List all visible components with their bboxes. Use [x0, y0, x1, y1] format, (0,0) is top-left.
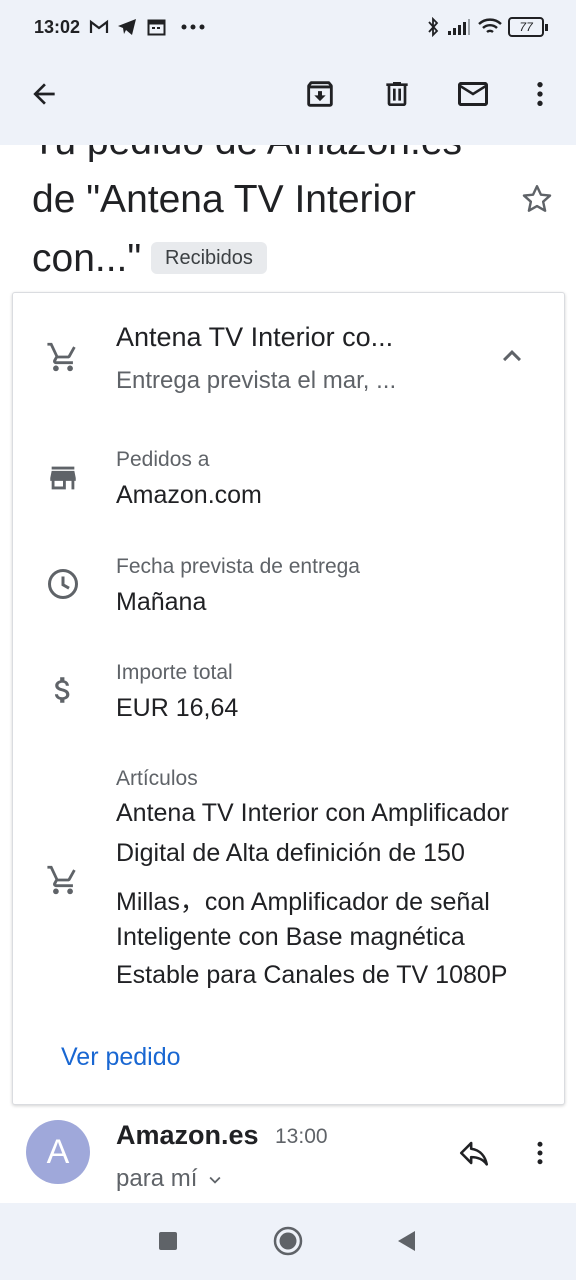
delete-icon	[386, 82, 408, 106]
wifi-icon	[477, 17, 503, 37]
status-time: 13:02	[34, 17, 81, 37]
telegram-icon	[116, 17, 138, 37]
chevron-up-icon	[503, 350, 521, 362]
delivery-date-label: Fecha prevista de entrega	[116, 555, 360, 578]
message-more-button[interactable]	[522, 1133, 558, 1173]
back-nav-button[interactable]	[386, 1221, 426, 1261]
clock-icon	[45, 566, 81, 602]
sender-name: Amazon.es	[116, 1120, 259, 1150]
item-line-5: Estable para Canales de TV 1080P	[116, 961, 508, 989]
mark-unread-button[interactable]	[453, 74, 493, 114]
cart-icon	[45, 339, 81, 375]
reply-button[interactable]	[454, 1133, 494, 1173]
chevron-down-icon	[209, 1176, 221, 1184]
subject-line-3: con..."	[32, 237, 142, 280]
star-icon	[522, 185, 552, 212]
subject-line-2: de "Antena TV Interior	[32, 178, 416, 221]
total-amount-label: Importe total	[116, 661, 233, 684]
recipient-text: para mí	[116, 1165, 198, 1192]
more-vert-icon	[537, 82, 543, 106]
order-title: Antena TV Interior co...	[116, 322, 394, 352]
star-button[interactable]	[519, 181, 555, 217]
order-subtitle: Entrega prevista el mar, ...	[116, 367, 397, 394]
bluetooth-icon	[425, 17, 441, 37]
ordered-from-label: Pedidos a	[116, 448, 210, 471]
top-bar: 13:02 77	[0, 0, 576, 145]
calendar-icon	[145, 17, 167, 37]
view-order-link[interactable]: Ver pedido	[61, 1043, 181, 1072]
gmail-icon	[88, 17, 110, 37]
message-time: 13:00	[275, 1125, 328, 1148]
battery-level: 77	[508, 17, 545, 37]
sender-avatar[interactable]: A	[26, 1120, 90, 1184]
recipient-details[interactable]: para mí	[116, 1165, 226, 1193]
collapse-button[interactable]	[494, 338, 530, 374]
items-label: Artículos	[116, 767, 198, 790]
archive-button[interactable]	[300, 74, 340, 114]
reply-icon	[459, 1141, 489, 1166]
more-dots-icon	[180, 17, 206, 37]
more-options-button[interactable]	[520, 74, 560, 114]
item-line-3: Millas，con Amplificador de señal	[116, 888, 490, 916]
home-button[interactable]	[268, 1221, 308, 1261]
mark-unread-icon	[458, 82, 488, 106]
ordered-from-value: Amazon.com	[116, 481, 262, 509]
dollar-icon	[45, 672, 81, 708]
item-line-2: Digital de Alta definición de 150	[116, 839, 465, 867]
item-line-4: Inteligente con Base magnética	[116, 923, 465, 951]
label-chip-inbox[interactable]: Recibidos	[151, 242, 267, 274]
signal-icon	[446, 17, 472, 37]
triangle-back-icon	[398, 1231, 415, 1251]
back-arrow-icon	[33, 83, 55, 105]
total-amount-value: EUR 16,64	[116, 694, 239, 722]
store-icon	[45, 460, 81, 496]
circle-icon	[273, 1226, 303, 1256]
back-button[interactable]	[24, 74, 64, 114]
item-line-1: Antena TV Interior con Amplificador	[116, 799, 509, 827]
square-icon	[159, 1232, 177, 1250]
more-vert-icon	[537, 1141, 543, 1165]
delete-button[interactable]	[377, 74, 417, 114]
items-cart-icon	[45, 862, 81, 898]
delivery-date-value: Mañana	[116, 588, 207, 616]
archive-icon	[307, 81, 333, 107]
battery-icon: 77	[508, 17, 548, 37]
recents-button[interactable]	[148, 1221, 188, 1261]
